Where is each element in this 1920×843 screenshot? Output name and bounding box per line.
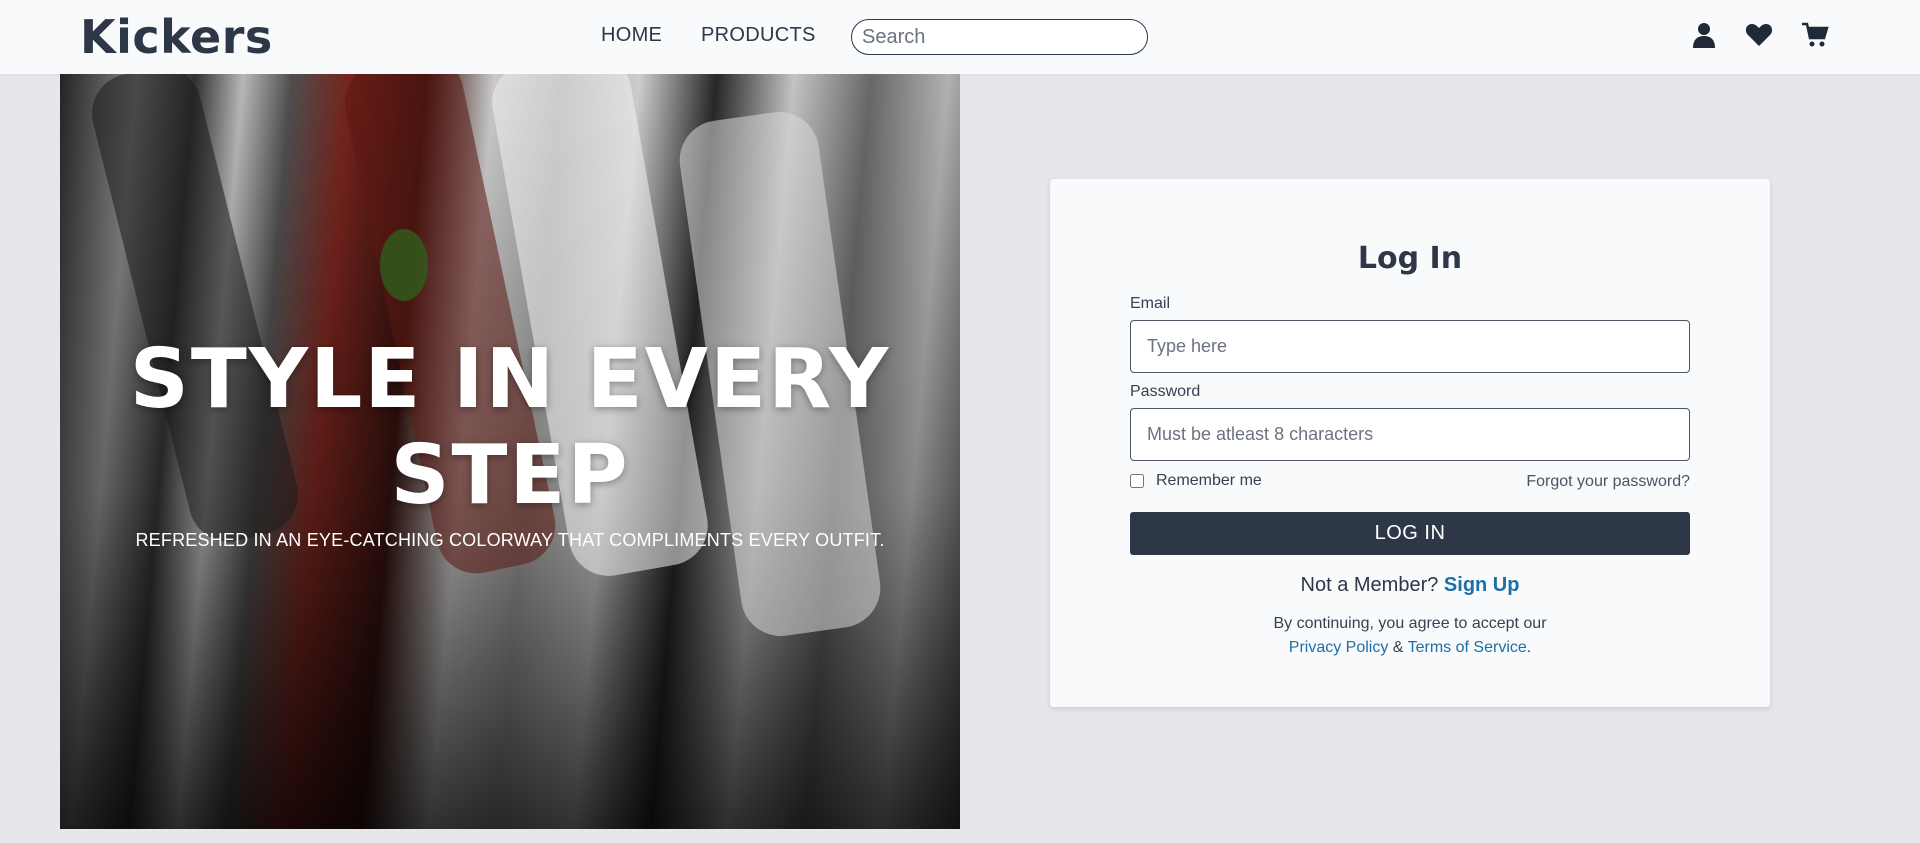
search-input[interactable] (851, 19, 1148, 55)
cart-icon[interactable] (1801, 20, 1829, 50)
user-icon[interactable] (1690, 20, 1718, 50)
remember-me-row: Remember me (1130, 472, 1262, 490)
login-card: Log In Email Password Remember me Forgot… (1050, 179, 1770, 707)
login-title: Log In (1357, 241, 1463, 276)
password-label: Password (1130, 383, 1201, 400)
email-field[interactable] (1130, 320, 1690, 373)
not-member-row: Not a Member? Sign Up (1050, 574, 1770, 597)
nav-products-link[interactable]: PRODUCTS (701, 24, 816, 47)
not-member-text: Not a Member? (1300, 574, 1439, 596)
hero-title-line-1: STYLE IN EVERY (129, 332, 891, 427)
privacy-policy-link[interactable]: Privacy Policy (1289, 639, 1389, 656)
terms-of-service-link[interactable]: Terms of Service (1408, 639, 1527, 656)
hero-banner: STYLE IN EVERY STEP REFRESHED IN AN EYE-… (60, 74, 960, 829)
hero-title: STYLE IN EVERY STEP (60, 332, 960, 524)
top-nav-bar: Kickers HOME PRODUCTS (0, 0, 1920, 74)
legal-notice: By continuing, you agree to accept our P… (1050, 612, 1770, 660)
login-button[interactable]: LOG IN (1130, 512, 1690, 555)
heart-icon[interactable] (1745, 20, 1773, 50)
email-label: Email (1130, 295, 1171, 312)
remember-me-label[interactable]: Remember me (1156, 472, 1262, 490)
legal-period: . (1526, 639, 1532, 656)
hero-title-line-2: STEP (390, 428, 630, 523)
legal-text: By continuing, you agree to accept our (1273, 615, 1547, 632)
sign-up-link[interactable]: Sign Up (1444, 574, 1520, 596)
legal-ampersand: & (1392, 639, 1404, 656)
hero-photo-shoe-shape (380, 229, 428, 301)
remember-me-checkbox[interactable] (1130, 474, 1144, 488)
forgot-password-link[interactable]: Forgot your password? (1526, 473, 1690, 491)
site-logo[interactable]: Kickers (80, 10, 273, 64)
nav-home-link[interactable]: HOME (601, 24, 662, 47)
password-field[interactable] (1130, 408, 1690, 461)
hero-subtitle: REFRESHED IN AN EYE-CATCHING COLORWAY TH… (135, 530, 885, 550)
legal-links-row: Privacy Policy & Terms of Service. (1050, 636, 1770, 660)
